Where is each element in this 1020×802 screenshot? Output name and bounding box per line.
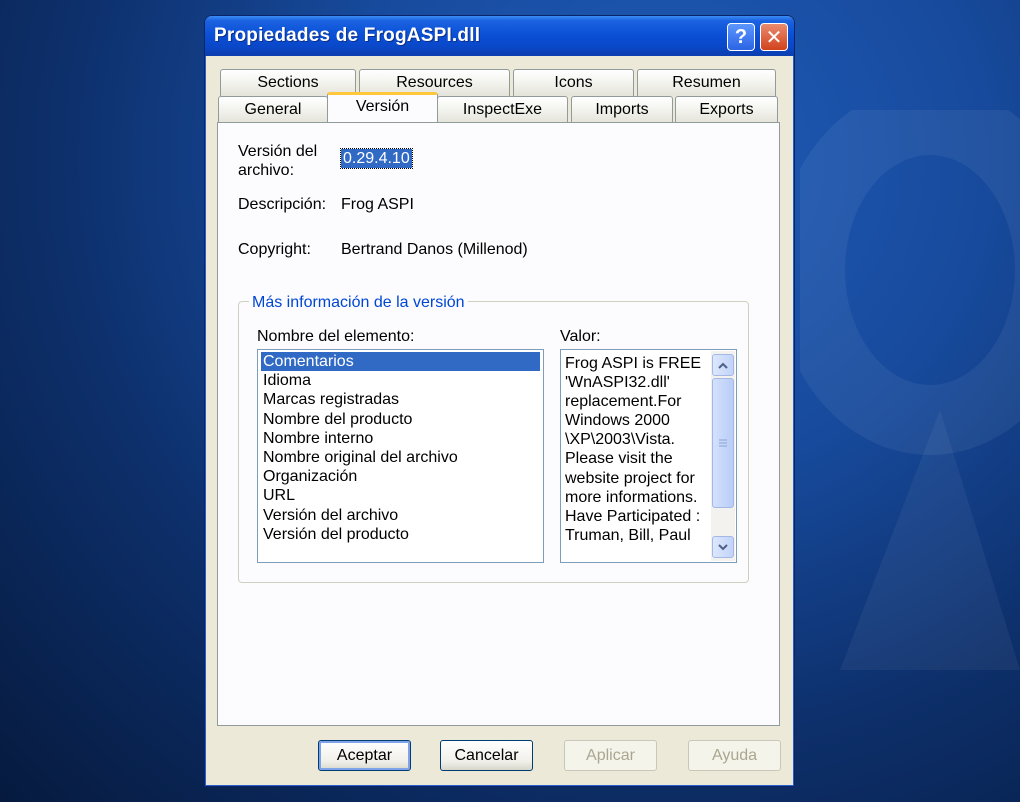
value-line: Frog ASPI is FREE (565, 355, 702, 372)
file-version-value[interactable]: 0.29.4.10 (340, 148, 413, 169)
list-item-idioma[interactable]: Idioma (261, 371, 540, 390)
scroll-up-button[interactable] (712, 354, 734, 376)
grip-icon (719, 439, 727, 447)
value-line: replacement.For (565, 393, 682, 411)
chevron-down-icon (718, 543, 728, 550)
ok-button[interactable]: Aceptar (318, 740, 411, 771)
value-line: \XP\2003\Vista. (565, 431, 675, 449)
list-item-version-archivo[interactable]: Versión del archivo (261, 506, 540, 525)
list-item-version-producto[interactable]: Versión del producto (261, 525, 540, 544)
title-bar[interactable]: Propiedades de FrogASPI.dll ? ✕ (205, 16, 794, 56)
value-line: Truman, Bill, Paul (565, 526, 691, 544)
item-name-listbox[interactable]: Comentarios Idioma Marcas registradas No… (257, 349, 544, 563)
scroll-thumb[interactable] (712, 378, 734, 508)
value-line: website project for (565, 469, 695, 487)
cancel-button[interactable]: Cancelar (440, 740, 533, 771)
apply-button[interactable]: Aplicar (564, 740, 657, 771)
help-button[interactable]: ? (727, 23, 755, 51)
description-label: Descripción: (238, 196, 327, 213)
tab-version[interactable]: Versión (327, 92, 438, 122)
close-icon: ✕ (765, 26, 783, 49)
file-version-label: Versión del archivo: (238, 143, 318, 179)
list-item-nombre-original[interactable]: Nombre original del archivo (261, 448, 540, 467)
help-dialog-button[interactable]: Ayuda (688, 740, 781, 771)
close-button[interactable]: ✕ (760, 23, 788, 51)
value-line: more informations. (565, 488, 698, 506)
list-item-marcas-registradas[interactable]: Marcas registradas (261, 390, 540, 409)
tab-exports[interactable]: Exports (675, 96, 778, 123)
value-line: Windows 2000 (565, 412, 670, 430)
window-title: Propiedades de FrogASPI.dll (214, 25, 481, 46)
list-item-comentarios[interactable]: Comentarios (261, 352, 540, 372)
item-name-label: Nombre del elemento: (257, 328, 415, 345)
background-logo-graphic (800, 110, 1020, 670)
description-value[interactable]: Frog ASPI (341, 195, 414, 214)
value-scrollbar[interactable] (711, 351, 735, 561)
tab-icons[interactable]: Icons (513, 69, 634, 96)
tab-resumen[interactable]: Resumen (637, 69, 776, 96)
copyright-value[interactable]: Bertrand Danos (Millenod) (341, 240, 528, 259)
list-item-nombre-producto[interactable]: Nombre del producto (261, 410, 540, 429)
list-item-organizacion[interactable]: Organización (261, 467, 540, 486)
more-info-legend: Más información de la versión (249, 293, 468, 312)
chevron-up-icon (718, 362, 728, 369)
value-line: 'WnASPI32.dll' (565, 374, 670, 392)
help-icon: ? (734, 25, 748, 48)
tab-general[interactable]: General (218, 96, 328, 123)
list-item-url[interactable]: URL (261, 486, 540, 505)
value-textbox[interactable]: Frog ASPI is FREE 'WnASPI32.dll' replace… (560, 349, 737, 563)
value-line: Have Participated : (565, 507, 701, 525)
list-item-nombre-interno[interactable]: Nombre interno (261, 429, 540, 448)
scroll-down-button[interactable] (712, 536, 734, 558)
copyright-label: Copyright: (238, 241, 311, 258)
tab-inspectexe[interactable]: InspectExe (437, 96, 568, 123)
tab-imports[interactable]: Imports (571, 96, 673, 123)
value-label: Valor: (560, 328, 601, 345)
value-line: Please visit the (565, 450, 673, 468)
value-text: Frog ASPI is FREE 'WnASPI32.dll' replace… (565, 354, 711, 545)
